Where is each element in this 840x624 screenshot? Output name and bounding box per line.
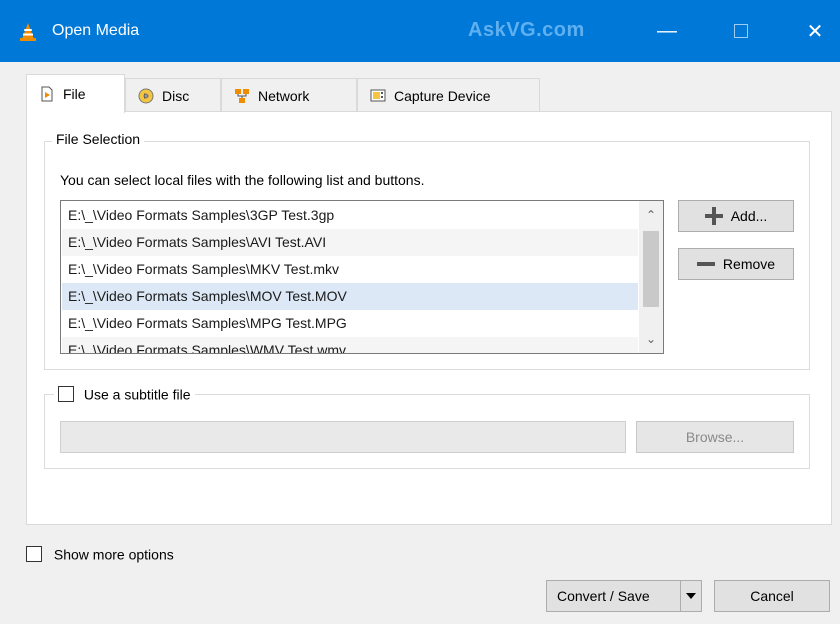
close-button[interactable]: ✕: [792, 0, 838, 62]
network-icon: [235, 88, 249, 103]
show-more-options-row[interactable]: Show more options: [26, 545, 174, 563]
subtitle-checkbox[interactable]: [58, 386, 74, 403]
tab-label: File: [63, 86, 86, 102]
tab-label: Network: [258, 87, 310, 104]
maximize-button[interactable]: [718, 0, 764, 62]
add-button-label: Add...: [730, 208, 768, 224]
maximize-icon: [734, 24, 748, 38]
window-title: Open Media: [52, 22, 140, 39]
browse-button[interactable]: Browse...: [636, 421, 794, 453]
remove-button-label: Remove: [722, 256, 776, 272]
add-button[interactable]: Add...: [678, 200, 794, 232]
file-list[interactable]: E:\_\Video Formats Samples\3GP Test.3gp …: [60, 200, 664, 354]
subtitle-checkbox-row[interactable]: Use a subtitle file: [54, 385, 195, 403]
subtitle-path-field: [60, 421, 626, 453]
list-scrollbar[interactable]: ⌃ ⌄: [639, 201, 663, 353]
tab-network[interactable]: Network: [221, 78, 357, 112]
scroll-thumb[interactable]: [643, 231, 659, 307]
file-selection-label: File Selection: [52, 131, 145, 147]
file-selection-hint: You can select local files with the foll…: [60, 172, 425, 188]
vlc-cone-icon: [20, 23, 36, 41]
list-item[interactable]: E:\_\Video Formats Samples\MKV Test.mkv: [62, 256, 638, 283]
tab-label: Disc: [162, 87, 190, 104]
capture-device-icon: [370, 89, 386, 101]
convert-save-dropdown-button[interactable]: [680, 581, 701, 611]
tab-capture-device[interactable]: Capture Device: [357, 78, 540, 112]
list-item-selected[interactable]: E:\_\Video Formats Samples\MOV Test.MOV: [62, 283, 638, 310]
tab-file[interactable]: File: [26, 74, 125, 113]
file-icon: [41, 86, 53, 102]
subtitle-checkbox-label: Use a subtitle file: [83, 386, 191, 403]
plus-icon: [704, 207, 723, 225]
show-more-options-checkbox[interactable]: [26, 546, 42, 563]
list-item[interactable]: E:\_\Video Formats Samples\AVI Test.AVI: [62, 229, 638, 256]
tab-disc[interactable]: Disc: [125, 78, 221, 112]
cancel-button[interactable]: Cancel: [714, 580, 830, 612]
title-bar: Open Media AskVG.com — ✕: [0, 0, 840, 62]
scroll-up-icon[interactable]: ⌃: [639, 203, 663, 227]
minus-icon: [696, 262, 715, 266]
scroll-down-icon[interactable]: ⌄: [639, 327, 663, 351]
list-item[interactable]: E:\_\Video Formats Samples\MPG Test.MPG: [62, 310, 638, 337]
watermark: AskVG.com: [468, 19, 585, 41]
convert-save-button[interactable]: Convert / Save: [546, 580, 702, 612]
show-more-options-label: Show more options: [53, 546, 174, 563]
disc-icon: [138, 88, 154, 103]
list-item[interactable]: E:\_\Video Formats Samples\3GP Test.3gp: [62, 202, 638, 229]
tab-label: Capture Device: [394, 87, 491, 104]
minimize-button[interactable]: —: [644, 0, 690, 62]
chevron-down-icon: [686, 593, 696, 599]
convert-save-label: Convert / Save: [557, 588, 650, 604]
remove-button[interactable]: Remove: [678, 248, 794, 280]
list-item[interactable]: E:\_\Video Formats Samples\WMV Test.wmv: [62, 337, 638, 353]
